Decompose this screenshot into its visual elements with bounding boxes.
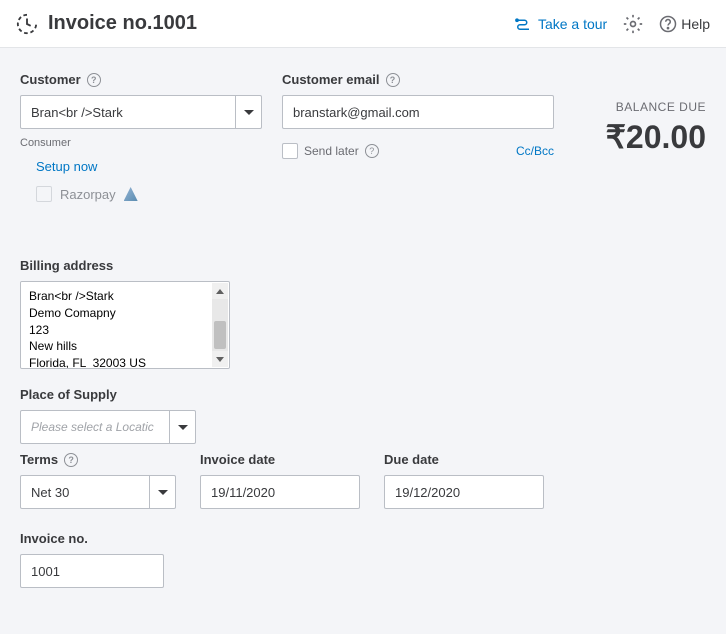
help-circle-icon[interactable]: ? xyxy=(386,73,400,87)
title-text: Invoice no.1001 xyxy=(48,12,197,35)
terms-select[interactable]: Net 30 xyxy=(20,475,176,509)
invoice-no-label: Invoice no. xyxy=(20,531,706,546)
customer-email-label: Customer email ? xyxy=(282,72,554,87)
terms-value: Net 30 xyxy=(21,476,149,508)
invoice-date-label: Invoice date xyxy=(200,452,360,467)
settings-button[interactable] xyxy=(623,14,643,34)
take-tour-label: Take a tour xyxy=(538,16,607,32)
help-icon xyxy=(659,15,677,33)
scroll-track[interactable] xyxy=(212,299,228,351)
scroll-thumb[interactable] xyxy=(214,321,226,349)
razorpay-option: Razorpay xyxy=(36,186,262,202)
help-circle-icon[interactable]: ? xyxy=(365,144,379,158)
due-date-input[interactable] xyxy=(384,475,544,509)
take-tour-link[interactable]: Take a tour xyxy=(514,15,607,33)
header-actions: Take a tour Help xyxy=(514,14,710,34)
chevron-down-icon[interactable] xyxy=(149,476,175,508)
header: Invoice no.1001 Take a tour Help xyxy=(0,0,726,48)
help-label: Help xyxy=(681,16,710,32)
billing-address-label: Billing address xyxy=(20,258,706,273)
customer-label: Customer ? xyxy=(20,72,262,87)
due-date-label: Due date xyxy=(384,452,544,467)
ccbcc-link[interactable]: Cc/Bcc xyxy=(516,144,554,158)
scroll-up-button[interactable] xyxy=(212,283,228,299)
help-link[interactable]: Help xyxy=(659,15,710,33)
razorpay-label: Razorpay xyxy=(60,187,116,202)
setup-now-link[interactable]: Setup now xyxy=(36,159,262,174)
gear-icon xyxy=(623,14,643,34)
invoice-date-input[interactable] xyxy=(200,475,360,509)
send-later-label: Send later xyxy=(304,144,359,158)
chevron-down-icon[interactable] xyxy=(169,411,195,443)
page-title: Invoice no.1001 xyxy=(16,12,514,35)
place-of-supply-label: Place of Supply xyxy=(20,387,706,402)
invoice-icon xyxy=(16,13,38,35)
customer-email-input[interactable] xyxy=(282,95,554,129)
consumer-label: Consumer xyxy=(20,137,262,149)
help-circle-icon[interactable]: ? xyxy=(87,73,101,87)
billing-address-input[interactable] xyxy=(20,281,230,369)
tour-icon xyxy=(514,15,532,33)
place-of-supply-placeholder: Please select a Locatic xyxy=(21,411,169,443)
terms-label: Terms ? xyxy=(20,452,176,467)
send-later-checkbox[interactable] xyxy=(282,143,298,159)
customer-select[interactable]: Bran<br />Stark xyxy=(20,95,262,129)
razorpay-checkbox[interactable] xyxy=(36,186,52,202)
help-circle-icon[interactable]: ? xyxy=(64,453,78,467)
scrollbar[interactable] xyxy=(212,283,228,367)
balance-due-amount: ₹20.00 xyxy=(574,118,706,156)
scroll-down-button[interactable] xyxy=(212,351,228,367)
place-of-supply-select[interactable]: Please select a Locatic xyxy=(20,410,196,444)
customer-select-value: Bran<br />Stark xyxy=(21,96,235,128)
razorpay-icon xyxy=(124,187,138,201)
balance-due-label: BALANCE DUE xyxy=(574,100,706,114)
chevron-down-icon[interactable] xyxy=(235,96,261,128)
invoice-no-input[interactable] xyxy=(20,554,164,588)
